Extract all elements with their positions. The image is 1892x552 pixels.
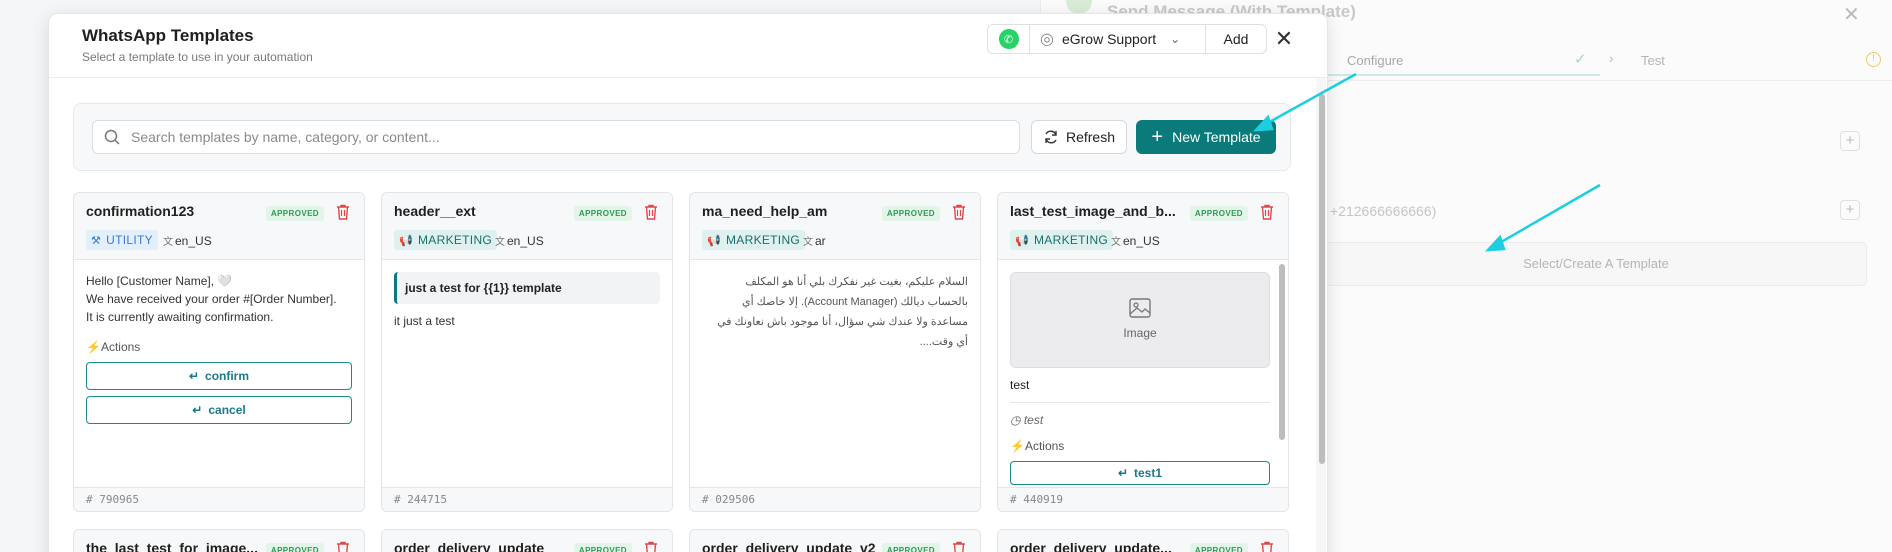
arrow-head [1484,234,1506,252]
arrow-line [1495,183,1601,247]
arrow-head [1252,114,1274,132]
arrow-line [1263,72,1357,127]
annotation-arrows [1252,72,1601,252]
